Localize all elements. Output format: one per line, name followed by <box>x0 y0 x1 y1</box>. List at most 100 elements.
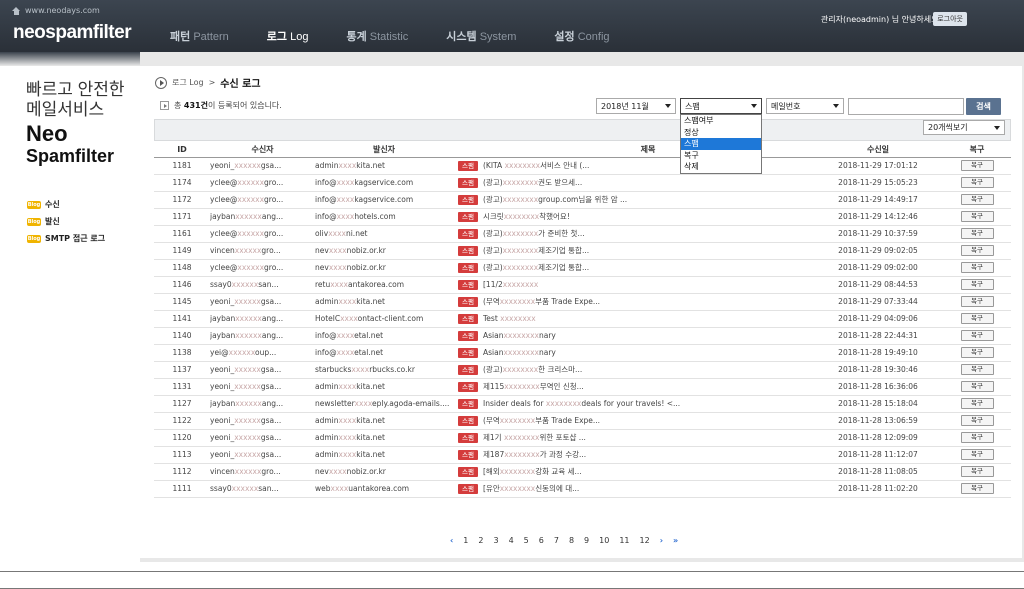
cell-subject[interactable]: [해외xxxxxxxx강화 교육 세... <box>483 463 813 481</box>
cell-subject[interactable]: 시크릿xxxxxxxx착했어요! <box>483 208 813 226</box>
cell-subject[interactable]: 제1기 xxxxxxxx위한 포토샵 ... <box>483 429 813 447</box>
restore-button[interactable]: 복구 <box>960 279 994 290</box>
spam-type-select[interactable]: 스팸 <box>680 98 762 114</box>
restore-button[interactable]: 복구 <box>960 177 994 188</box>
table-row[interactable]: 1161 yclee@xxxxxxgro... olivxxxxni.net 스팸 (광… <box>154 225 1011 243</box>
table-row[interactable]: 1174 yclee@xxxxxxgro... info@xxxxkagservic… <box>154 174 1011 192</box>
sidebar-item-smtp-log[interactable]: Blog SMTP 접근 로그 <box>27 230 105 247</box>
table-row[interactable]: 1111 ssay0xxxxxxsan... webxxxxuantakorea.c… <box>154 480 1011 498</box>
cell-subject[interactable]: [유안xxxxxxxx신동의에 대... <box>483 480 813 498</box>
cell-subject[interactable]: Asianxxxxxxxxnary <box>483 327 813 345</box>
table-row[interactable]: 1122 yeoni_xxxxxxgsa... adminxxxxkita.net 스… <box>154 412 1011 430</box>
logo[interactable]: neospamfilter <box>13 22 132 44</box>
table-row[interactable]: 1113 yeoni_xxxxxxgsa... adminxxxxkita.net 스… <box>154 446 1011 464</box>
restore-button[interactable]: 복구 <box>960 228 994 239</box>
pager-page[interactable]: 7 <box>554 536 559 545</box>
search-field-select[interactable]: 메일번호 <box>766 98 844 114</box>
table-row[interactable]: 1181 yeoni_xxxxxxgsa... adminxxxxkita.net 스… <box>154 157 1011 175</box>
nav-pattern[interactable]: 패턴 Pattern <box>170 28 229 44</box>
nav-system[interactable]: 시스템 System <box>446 28 516 44</box>
table-row[interactable]: 1149 vincenxxxxxxgro... nevxxxxnobiz.or.kr… <box>154 242 1011 260</box>
pager-page[interactable]: 10 <box>599 536 609 545</box>
cell-subject[interactable]: (광고)xxxxxxxx권도 받으세... <box>483 174 813 192</box>
cell-subject[interactable]: [11/2xxxxxxxx <box>483 276 813 294</box>
restore-button[interactable]: 복구 <box>960 381 994 392</box>
sidebar-item-inbound[interactable]: Blog 수신 <box>27 196 105 213</box>
pager-last-icon[interactable]: » <box>673 536 678 545</box>
cell-subject[interactable]: (광고)xxxxxxxx한 크리스마... <box>483 361 813 379</box>
table-row[interactable]: 1146 ssay0xxxxxxsan... retuxxxxantakorea.c… <box>154 276 1011 294</box>
table-row[interactable]: 1127 jaybanxxxxxxang... newsletterxxxxeply… <box>154 395 1011 413</box>
cell-subject[interactable]: Asianxxxxxxxxnary <box>483 344 813 362</box>
sidebar-item-outbound[interactable]: Blog 발신 <box>27 213 105 230</box>
table-row[interactable]: 1148 yclee@xxxxxxgro... nevxxxxnobiz.or.kr… <box>154 259 1011 277</box>
breadcrumb-parent[interactable]: 로그 Log <box>172 77 204 88</box>
pager-page[interactable]: 12 <box>640 536 650 545</box>
col-id[interactable]: ID <box>154 143 210 158</box>
logout-button[interactable]: 로그아웃 <box>933 12 967 26</box>
restore-button[interactable]: 복구 <box>960 330 994 341</box>
table-row[interactable]: 1131 yeoni_xxxxxxgsa... adminxxxxkita.net 스… <box>154 378 1011 396</box>
table-row[interactable]: 1112 vincenxxxxxxgro... nevxxxxnobiz.or.kr… <box>154 463 1011 481</box>
cell-subject[interactable]: (광고)xxxxxxxxgroup.com님을 위한 암 ... <box>483 191 813 209</box>
search-input[interactable] <box>848 98 964 115</box>
restore-button[interactable]: 복구 <box>960 245 994 256</box>
dropdown-option[interactable]: 스팸여부 <box>681 115 761 127</box>
nav-config[interactable]: 설정 Config <box>554 28 609 44</box>
cell-subject[interactable]: (KITA xxxxxxxx서비스 안내 (... <box>483 157 813 175</box>
col-recipient[interactable]: 수신자 <box>210 143 315 158</box>
pager-prev-icon[interactable]: ‹ <box>450 536 453 545</box>
pager-page[interactable]: 8 <box>569 536 574 545</box>
cell-subject[interactable]: (광고)xxxxxxxx제조기업 통합... <box>483 242 813 260</box>
table-row[interactable]: 1140 jaybanxxxxxxang... info@xxxxetal.net 스… <box>154 327 1011 345</box>
cell-subject[interactable]: (광고)xxxxxxxx가 준비한 첫... <box>483 225 813 243</box>
per-page-select[interactable]: 20개씩보기 <box>923 120 1005 135</box>
restore-button[interactable]: 복구 <box>960 211 994 222</box>
pager-page[interactable]: 5 <box>524 536 529 545</box>
restore-button[interactable]: 복구 <box>960 160 994 171</box>
restore-button[interactable]: 복구 <box>960 262 994 273</box>
search-button[interactable]: 검색 <box>966 98 1001 115</box>
pager-next-icon[interactable]: › <box>660 536 663 545</box>
col-sender[interactable]: 발신자 <box>315 143 453 158</box>
pager-page[interactable]: 4 <box>509 536 514 545</box>
table-row[interactable]: 1141 jaybanxxxxxxang... HotelCxxxxontact-c… <box>154 310 1011 328</box>
cell-subject[interactable]: (무역xxxxxxxx부품 Trade Expe... <box>483 293 813 311</box>
restore-button[interactable]: 복구 <box>960 313 994 324</box>
table-row[interactable]: 1145 yeoni_xxxxxxgsa... adminxxxxkita.net 스… <box>154 293 1011 311</box>
site-url-text[interactable]: www.neodays.com <box>25 6 100 15</box>
col-received[interactable]: 수신일 <box>813 143 943 158</box>
cell-subject[interactable]: 제187xxxxxxxx가 과정 수강... <box>483 446 813 464</box>
pager-page[interactable]: 3 <box>493 536 498 545</box>
table-row[interactable]: 1171 jaybanxxxxxxang... info@xxxxhotels.co… <box>154 208 1011 226</box>
restore-button[interactable]: 복구 <box>960 449 994 460</box>
table-row[interactable]: 1138 yei@xxxxxxoup... info@xxxxetal.net 스팸 A… <box>154 344 1011 362</box>
pager-page[interactable]: 2 <box>478 536 483 545</box>
cell-subject[interactable]: (무역xxxxxxxx부품 Trade Expe... <box>483 412 813 430</box>
restore-button[interactable]: 복구 <box>960 415 994 426</box>
pager-page[interactable]: 1 <box>463 536 468 545</box>
restore-button[interactable]: 복구 <box>960 296 994 307</box>
dropdown-option[interactable]: 정상 <box>681 127 761 139</box>
pager-page[interactable]: 11 <box>619 536 629 545</box>
restore-button[interactable]: 복구 <box>960 483 994 494</box>
date-select[interactable]: 2018년 11월 <box>596 98 676 114</box>
restore-button[interactable]: 복구 <box>960 466 994 477</box>
restore-button[interactable]: 복구 <box>960 347 994 358</box>
dropdown-option[interactable]: 복구 <box>681 150 761 162</box>
restore-button[interactable]: 복구 <box>960 364 994 375</box>
cell-subject[interactable]: Insider deals for xxxxxxxxdeals for your… <box>483 395 813 413</box>
pager-page[interactable]: 6 <box>539 536 544 545</box>
cell-subject[interactable]: 제115xxxxxxxx무역인 신청... <box>483 378 813 396</box>
table-row[interactable]: 1120 yeoni_xxxxxxgsa... adminxxxxkita.net 스… <box>154 429 1011 447</box>
table-row[interactable]: 1137 yeoni_xxxxxxgsa... starbucksxxxxrbuck… <box>154 361 1011 379</box>
home-icon[interactable] <box>12 6 21 15</box>
cell-subject[interactable]: (광고)xxxxxxxx제조기업 통합... <box>483 259 813 277</box>
dropdown-option[interactable]: 삭제 <box>681 161 761 173</box>
col-subject[interactable]: 제목 <box>483 143 813 158</box>
table-row[interactable]: 1172 yclee@xxxxxxgro... info@xxxxkagservic… <box>154 191 1011 209</box>
pager-page[interactable]: 9 <box>584 536 589 545</box>
restore-button[interactable]: 복구 <box>960 398 994 409</box>
restore-button[interactable]: 복구 <box>960 432 994 443</box>
dropdown-option[interactable]: 스팸 <box>681 138 761 150</box>
